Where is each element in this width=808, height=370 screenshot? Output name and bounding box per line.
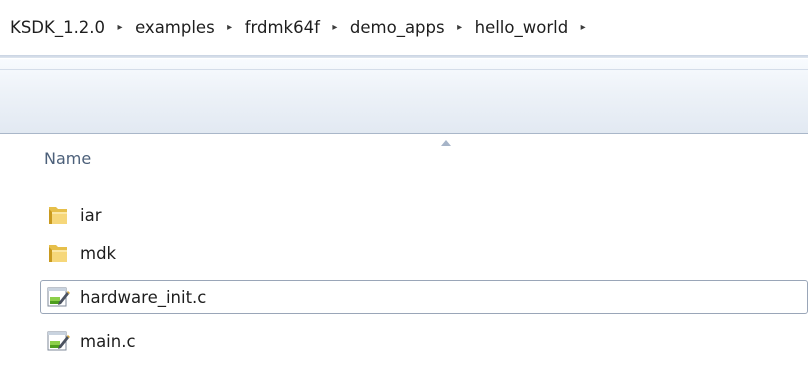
column-header-name[interactable]: Name	[44, 149, 91, 168]
explorer-window: KSDK_1.2.0 ▸ examples ▸ frdmk64f ▸ demo_…	[0, 0, 808, 370]
list-item-iar[interactable]: iar	[40, 198, 808, 232]
list-item-hardware-init-c[interactable]: hardware_init.c	[40, 280, 808, 314]
file-name: hardware_init.c	[80, 287, 207, 307]
c-source-file-icon	[47, 331, 70, 351]
breadcrumb-item-hello-world[interactable]: hello_world	[473, 18, 571, 37]
breadcrumb-item-frdmk64f[interactable]: frdmk64f	[243, 18, 322, 37]
command-bar-highlight	[0, 69, 808, 70]
breadcrumb-arrow-icon[interactable]: ▸	[107, 22, 133, 33]
breadcrumb-item-examples[interactable]: examples	[133, 18, 217, 37]
folder-icon	[49, 245, 67, 262]
file-name: iar	[80, 205, 102, 225]
folder-icon	[49, 207, 67, 224]
breadcrumb-item-demo-apps[interactable]: demo_apps	[348, 18, 447, 37]
breadcrumb-item-ksdk[interactable]: KSDK_1.2.0	[8, 18, 107, 37]
list-item-main-c[interactable]: main.c	[40, 324, 808, 358]
list-item-mdk[interactable]: mdk	[40, 236, 808, 270]
command-bar	[0, 58, 808, 134]
file-name: mdk	[80, 243, 117, 263]
sort-ascending-icon	[441, 140, 451, 146]
column-header-row: Name	[0, 135, 808, 185]
address-bar[interactable]: KSDK_1.2.0 ▸ examples ▸ frdmk64f ▸ demo_…	[0, 0, 808, 56]
breadcrumb: KSDK_1.2.0 ▸ examples ▸ frdmk64f ▸ demo_…	[8, 14, 596, 40]
breadcrumb-arrow-icon[interactable]: ▸	[217, 22, 243, 33]
file-name: main.c	[80, 331, 136, 351]
breadcrumb-arrow-icon[interactable]: ▸	[570, 22, 596, 33]
breadcrumb-arrow-icon[interactable]: ▸	[447, 22, 473, 33]
c-source-file-icon	[47, 287, 70, 307]
breadcrumb-arrow-icon[interactable]: ▸	[322, 22, 348, 33]
